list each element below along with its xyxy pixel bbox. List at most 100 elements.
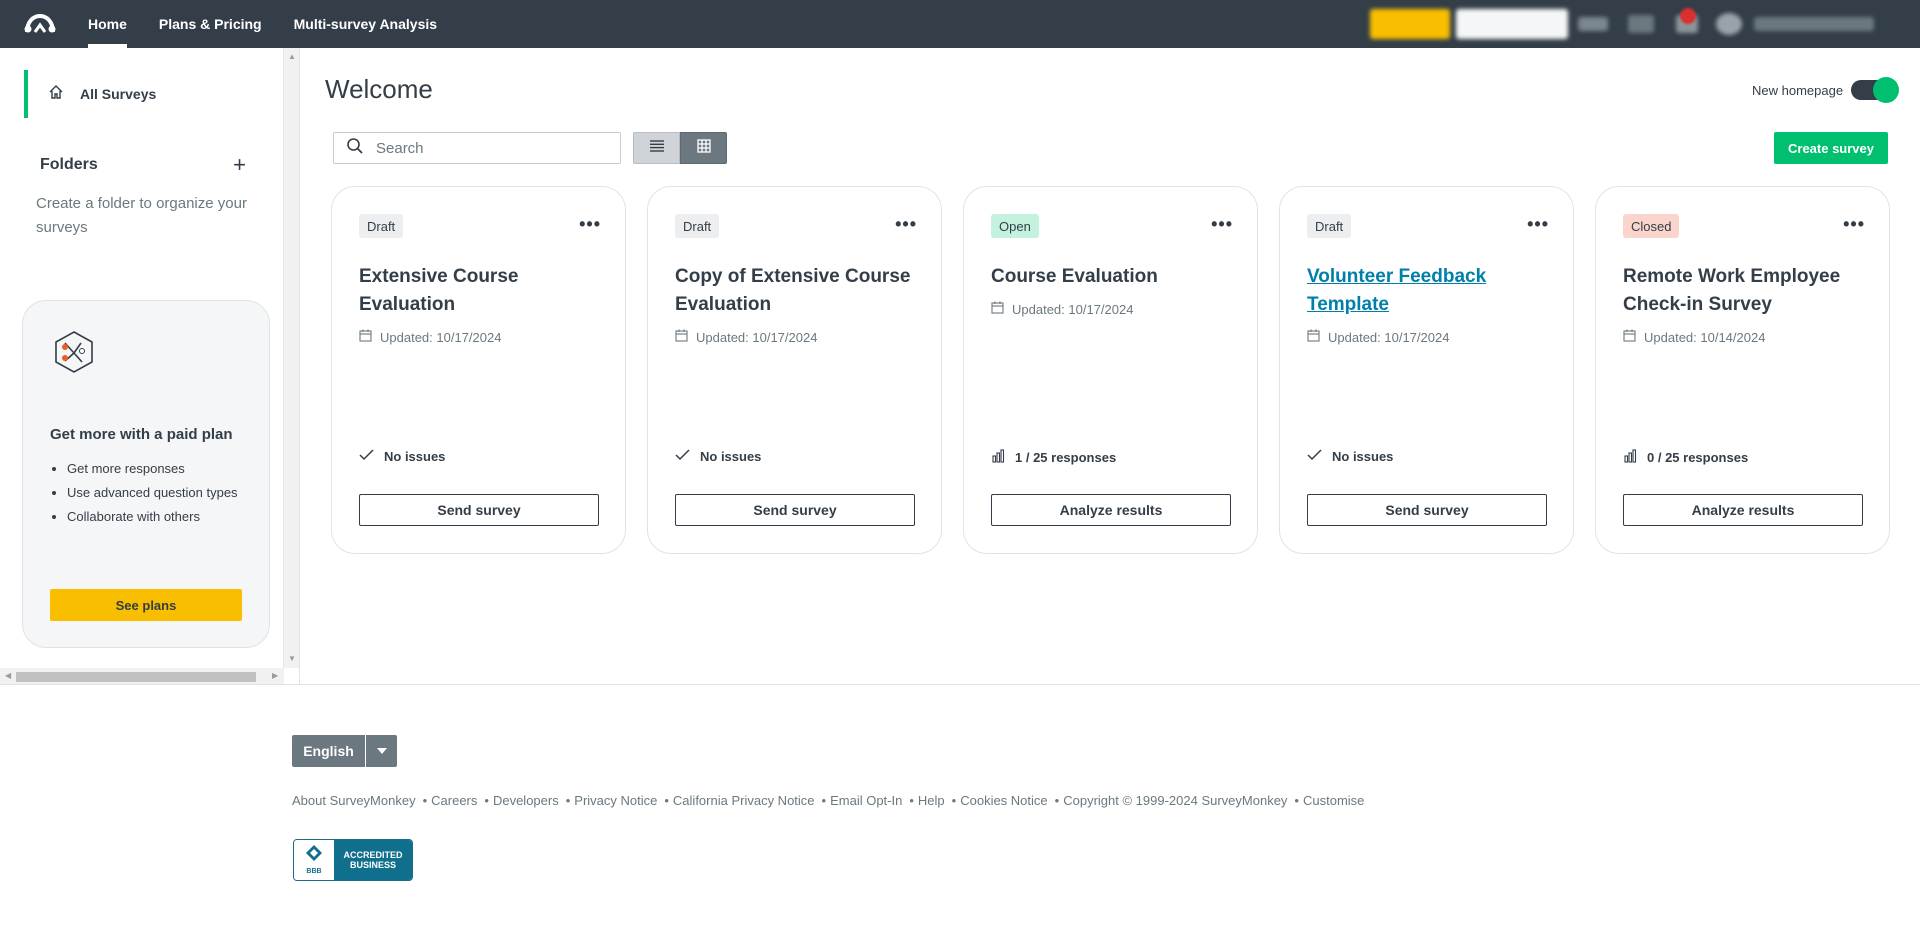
more-options-icon[interactable]: ••• xyxy=(1843,215,1865,233)
copyright-text: Copyright © 1999-2024 SurveyMonkey xyxy=(1063,793,1288,808)
surveymonkey-logo-icon[interactable] xyxy=(20,9,60,39)
status-text: No issues xyxy=(1332,449,1394,464)
apps-icon[interactable] xyxy=(1578,17,1608,31)
avatar[interactable] xyxy=(1716,13,1742,35)
scroll-up-arrow-icon[interactable]: ▲ xyxy=(288,52,296,61)
nav-home[interactable]: Home xyxy=(88,0,127,48)
calendar-icon xyxy=(991,301,1004,317)
grid-icon xyxy=(696,138,711,158)
footer: English About SurveyMonkey • Careers • D… xyxy=(0,684,1920,945)
send-survey-button[interactable]: Send survey xyxy=(1307,494,1547,526)
separator: • xyxy=(422,793,428,808)
upgrade-button[interactable] xyxy=(1370,9,1450,39)
survey-title[interactable]: Remote Work Employee Check-in Survey xyxy=(1623,263,1868,319)
footer-link-customise[interactable]: Customise xyxy=(1303,793,1364,808)
search-input[interactable] xyxy=(376,139,606,157)
survey-status-line: 0 / 25 responses xyxy=(1623,449,1748,466)
send-survey-button[interactable]: Send survey xyxy=(359,494,599,526)
bbb-accredited-badge[interactable]: BBB ACCREDITED BUSINESS xyxy=(293,839,413,881)
survey-card[interactable]: Open ••• Course Evaluation Updated: 10/1… xyxy=(963,186,1258,554)
check-icon xyxy=(359,449,374,464)
status-text: No issues xyxy=(700,449,762,464)
grid-view-button[interactable] xyxy=(680,132,727,164)
status-badge: Closed xyxy=(1623,214,1680,238)
footer-link-privacy[interactable]: Privacy Notice xyxy=(574,793,657,808)
updated-date: Updated: 10/14/2024 xyxy=(1623,329,1765,345)
create-survey-top-button[interactable] xyxy=(1456,9,1568,39)
separator: • xyxy=(565,793,571,808)
footer-link-help[interactable]: Help xyxy=(918,793,945,808)
footer-link-cookies[interactable]: Cookies Notice xyxy=(960,793,1047,808)
status-badge: Open xyxy=(991,214,1039,238)
help-icon[interactable] xyxy=(1628,15,1654,33)
analyze-results-button[interactable]: Analyze results xyxy=(991,494,1231,526)
create-survey-button[interactable]: Create survey xyxy=(1774,132,1888,164)
survey-title[interactable]: Course Evaluation xyxy=(991,263,1236,291)
sidebar-horizontal-scrollbar[interactable]: ◀ ▶ xyxy=(0,668,284,684)
more-options-icon[interactable]: ••• xyxy=(1211,215,1233,233)
footer-link-developers[interactable]: Developers xyxy=(493,793,559,808)
main-nav: Home Plans & Pricing Multi-survey Analys… xyxy=(88,0,469,48)
survey-card[interactable]: Draft ••• Volunteer Feedback Template Up… xyxy=(1279,186,1574,554)
account-area xyxy=(1370,8,1874,40)
bbb-torch-icon: BBB xyxy=(294,840,334,880)
nav-plans-pricing[interactable]: Plans & Pricing xyxy=(159,0,262,48)
chevron-down-icon[interactable] xyxy=(365,735,397,767)
add-folder-icon[interactable]: + xyxy=(233,154,246,176)
updated-date: Updated: 10/17/2024 xyxy=(991,301,1133,317)
survey-title[interactable]: Copy of Extensive Course Evaluation xyxy=(675,263,920,319)
scroll-down-arrow-icon[interactable]: ▼ xyxy=(288,654,296,663)
updated-date: Updated: 10/17/2024 xyxy=(675,329,817,345)
survey-status-line: No issues xyxy=(359,449,445,464)
scroll-right-arrow-icon[interactable]: ▶ xyxy=(272,671,278,680)
separator: • xyxy=(1294,793,1299,808)
language-button[interactable]: English xyxy=(292,735,365,767)
scrollbar-thumb[interactable] xyxy=(16,672,256,682)
footer-link-about[interactable]: About SurveyMonkey xyxy=(292,793,416,808)
list-icon xyxy=(649,139,665,158)
survey-title-link[interactable]: Volunteer Feedback Template xyxy=(1307,263,1552,319)
sidebar-item-label: All Surveys xyxy=(80,86,157,102)
more-options-icon[interactable]: ••• xyxy=(1527,215,1549,233)
more-options-icon[interactable]: ••• xyxy=(895,215,917,233)
footer-link-california-privacy[interactable]: California Privacy Notice xyxy=(673,793,815,808)
page-title: Welcome xyxy=(325,74,433,104)
list-view-button[interactable] xyxy=(633,132,680,164)
see-plans-button[interactable]: See plans xyxy=(50,589,242,621)
sidebar-vertical-scrollbar[interactable]: ▲ ▼ xyxy=(283,48,299,668)
nav-multi-survey-analysis[interactable]: Multi-survey Analysis xyxy=(294,0,437,48)
bbb-line-2: BUSINESS xyxy=(349,860,396,870)
toggle-knob xyxy=(1873,77,1900,103)
responses-count: 1 / 25 responses xyxy=(1015,450,1117,465)
username[interactable] xyxy=(1754,17,1874,31)
sidebar: All Surveys Folders + Create a folder to… xyxy=(0,48,300,684)
survey-title[interactable]: Extensive Course Evaluation xyxy=(359,263,604,319)
new-homepage-toggle[interactable] xyxy=(1851,77,1900,103)
search-icon xyxy=(346,137,364,160)
bbb-mark: BBB xyxy=(306,868,322,875)
notification-badge xyxy=(1680,8,1696,24)
updated-text: Updated: 10/17/2024 xyxy=(1328,329,1450,345)
footer-link-careers[interactable]: Careers xyxy=(431,793,477,808)
calendar-icon xyxy=(359,329,372,345)
language-selector[interactable]: English xyxy=(292,735,397,767)
updated-date: Updated: 10/17/2024 xyxy=(359,329,501,345)
separator: • xyxy=(821,793,827,808)
search-box xyxy=(333,132,621,164)
survey-card[interactable]: Closed ••• Remote Work Employee Check-in… xyxy=(1595,186,1890,554)
send-survey-button[interactable]: Send survey xyxy=(675,494,915,526)
more-options-icon[interactable]: ••• xyxy=(579,215,601,233)
calendar-icon xyxy=(1623,329,1636,345)
top-navigation-bar: Home Plans & Pricing Multi-survey Analys… xyxy=(0,0,1920,48)
separator: • xyxy=(484,793,489,808)
analyze-results-button[interactable]: Analyze results xyxy=(1623,494,1863,526)
footer-link-email-opt-in[interactable]: Email Opt-In xyxy=(830,793,902,808)
scroll-left-arrow-icon[interactable]: ◀ xyxy=(5,671,11,680)
survey-card[interactable]: Draft ••• Copy of Extensive Course Evalu… xyxy=(647,186,942,554)
status-badge: Draft xyxy=(675,214,720,238)
survey-card[interactable]: Draft ••• Extensive Course Evaluation Up… xyxy=(331,186,626,554)
sidebar-item-all-surveys[interactable]: All Surveys xyxy=(24,70,280,118)
promo-benefits-list: Get more responses Use advanced question… xyxy=(67,457,257,529)
updated-date: Updated: 10/17/2024 xyxy=(1307,329,1449,345)
toggle-label: New homepage xyxy=(1752,82,1844,98)
